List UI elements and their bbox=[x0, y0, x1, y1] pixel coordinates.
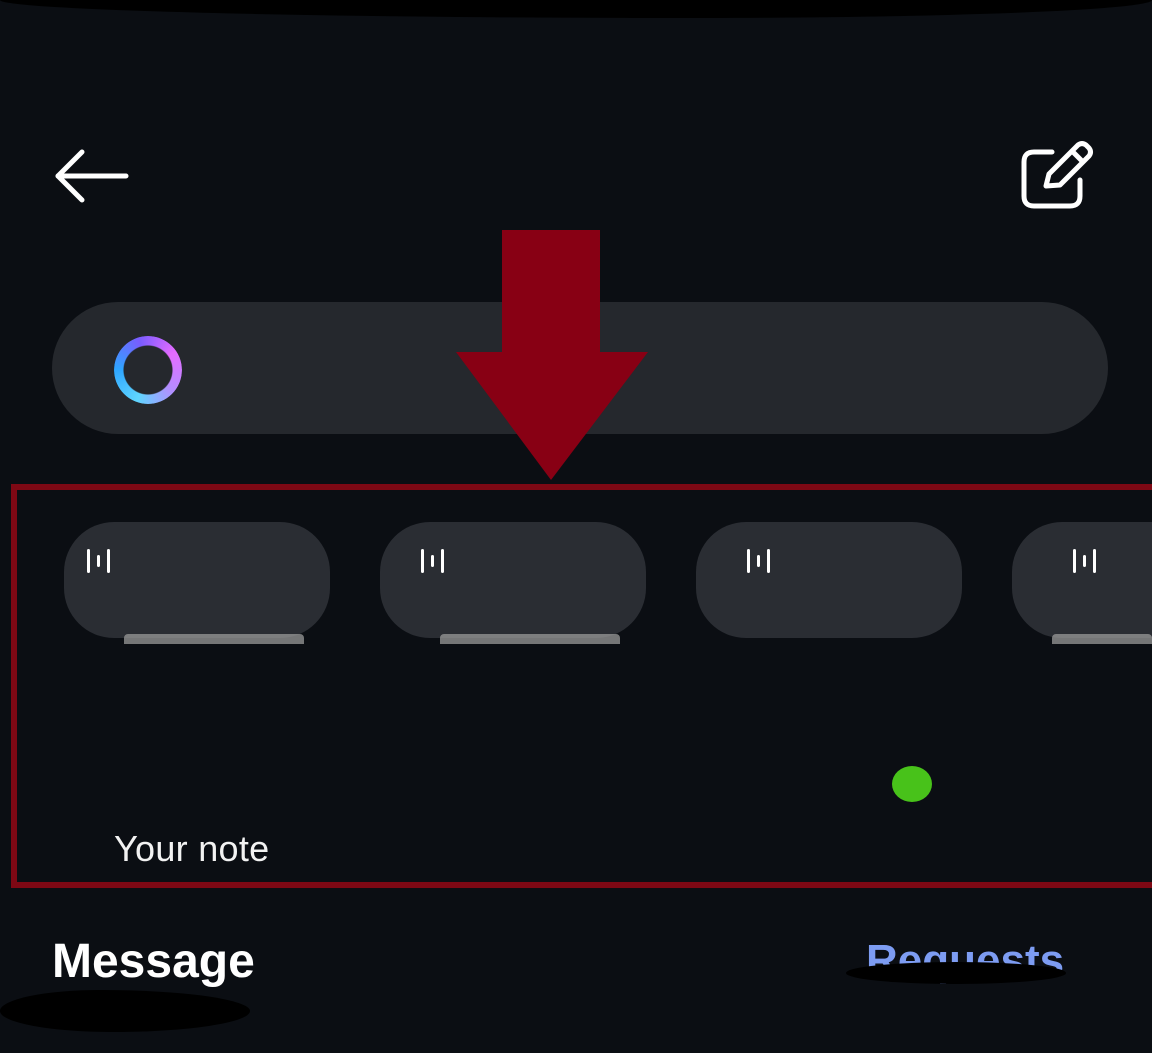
audio-waveform-icon bbox=[746, 548, 772, 574]
note-item[interactable] bbox=[696, 522, 962, 702]
redaction-scribble bbox=[846, 962, 1066, 984]
redaction-smudge bbox=[0, 0, 1152, 18]
audio-waveform-icon bbox=[86, 548, 112, 574]
audio-waveform-icon bbox=[1072, 548, 1098, 574]
back-button[interactable] bbox=[50, 145, 132, 207]
your-note-label: Your note bbox=[114, 828, 270, 869]
redaction-scribble bbox=[0, 990, 250, 1032]
note-bubble[interactable] bbox=[64, 522, 330, 638]
note-item[interactable] bbox=[1012, 522, 1152, 702]
note-item-your-note[interactable] bbox=[64, 522, 330, 702]
avatar bbox=[124, 634, 304, 644]
avatar bbox=[440, 634, 620, 644]
note-bubble[interactable] bbox=[380, 522, 646, 638]
note-item[interactable] bbox=[380, 522, 646, 702]
edit-square-icon bbox=[1021, 141, 1093, 209]
avatar bbox=[1052, 634, 1152, 644]
new-message-button[interactable] bbox=[1016, 140, 1098, 216]
ai-ring-icon bbox=[114, 336, 182, 404]
arrow-left-icon bbox=[55, 149, 129, 203]
note-bubble[interactable] bbox=[1012, 522, 1152, 638]
audio-waveform-icon bbox=[420, 548, 446, 574]
online-status-dot bbox=[892, 766, 932, 802]
note-bubble[interactable] bbox=[696, 522, 962, 638]
annotation-arrow bbox=[454, 230, 650, 482]
messages-section-title: Message bbox=[52, 935, 255, 988]
down-arrow-icon bbox=[456, 230, 648, 480]
